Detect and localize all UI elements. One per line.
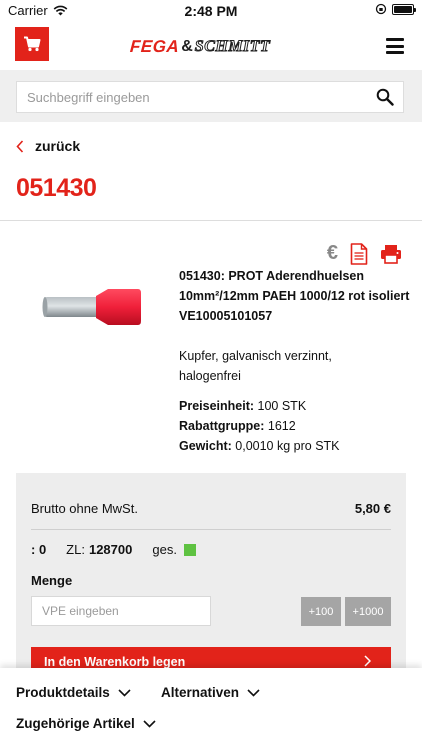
tab-label: Alternativen: [161, 685, 240, 700]
quantity-label: Menge: [31, 573, 73, 588]
quantity-input[interactable]: [31, 596, 211, 626]
add-100-button[interactable]: +100: [301, 597, 341, 626]
status-right: [375, 3, 416, 15]
price-panel: Brutto ohne MwSt. 5,80 € : 0 ZL: 128700 …: [16, 473, 406, 677]
product-actions: €: [327, 242, 402, 265]
search-input[interactable]: [17, 82, 357, 112]
chevron-right-icon: [364, 655, 371, 667]
orientation-lock-icon: [375, 3, 387, 15]
chevron-left-icon: [16, 139, 24, 153]
zl-value: 128700: [88, 542, 133, 557]
material-line: halogenfrei: [179, 369, 241, 383]
product-name-line: 10mm²/12mm PAEH 1000/12 rot isoliert: [179, 289, 410, 303]
logo-schmitt: SCHMITT: [194, 38, 271, 56]
app-header: FEGA & SCHMITT: [0, 22, 422, 70]
brand-logo[interactable]: FEGA & SCHMITT: [129, 37, 271, 57]
tab-related-articles[interactable]: Zugehörige Artikel: [16, 716, 156, 731]
stock-status-indicator: [183, 543, 196, 556]
tab-alternatives[interactable]: Alternativen: [161, 685, 260, 700]
product-image: [42, 289, 141, 325]
product-name-line: 051430: PROT Aderendhuelsen: [179, 269, 365, 283]
material-line: Kupfer, galvanisch verzinnt,: [179, 349, 332, 363]
bottom-tabs: Produktdetails Alternativen Zugehörige A…: [0, 668, 422, 750]
price-unit-value: 100 STK: [257, 399, 307, 413]
search-bar: [0, 70, 422, 122]
status-bar: Carrier 2:48 PM: [0, 0, 422, 22]
product-material: Kupfer, galvanisch verzinnt, halogenfrei: [179, 346, 415, 386]
back-link[interactable]: zurück: [16, 138, 80, 154]
price-unit-row: Preiseinheit: 100 STK: [179, 396, 415, 416]
gross-price: 5,80 €: [354, 501, 391, 516]
divider: [0, 220, 422, 221]
search-box: [16, 81, 404, 113]
product-description: 051430: PROT Aderendhuelsen 10mm²/12mm P…: [179, 266, 415, 456]
add-1000-button[interactable]: +1000: [345, 597, 391, 626]
gross-label: Brutto ohne MwSt.: [31, 501, 138, 516]
weight-row: Gewicht: 0,0010 kg pro STK: [179, 436, 415, 456]
discount-label: Rabattgruppe:: [179, 419, 265, 433]
price-unit-label: Preiseinheit:: [179, 399, 255, 413]
stock-info: : 0 ZL: 128700 ges.: [31, 542, 196, 557]
product-name: 051430: PROT Aderendhuelsen 10mm²/12mm P…: [179, 266, 415, 326]
cart-icon: [24, 36, 41, 52]
ges-label: ges.: [152, 542, 177, 557]
document-icon[interactable]: [350, 242, 368, 265]
chevron-down-icon: [247, 688, 260, 697]
tab-label: Produktdetails: [16, 685, 110, 700]
page-title: 051430: [16, 174, 97, 202]
menu-icon[interactable]: [386, 38, 404, 54]
chevron-down-icon: [118, 688, 131, 697]
tab-product-details[interactable]: Produktdetails: [16, 685, 131, 700]
cart-button[interactable]: [15, 27, 49, 61]
logo-fega: FEGA: [129, 37, 180, 56]
euro-icon[interactable]: €: [327, 242, 338, 265]
chevron-down-icon: [143, 719, 156, 728]
add-to-cart-label: In den Warenkorb legen: [44, 655, 186, 669]
zl-label: ZL:: [66, 542, 85, 557]
battery-icon: [392, 3, 416, 15]
product-article-code: VE10005101057: [179, 309, 273, 323]
tab-label: Zugehörige Artikel: [16, 716, 135, 731]
back-label: zurück: [35, 138, 81, 154]
discount-value: 1612: [267, 419, 296, 433]
weight-value: 0,0010 kg pro STK: [235, 439, 340, 453]
logo-amp: &: [181, 38, 193, 55]
weight-label: Gewicht:: [179, 439, 232, 453]
divider: [31, 529, 391, 530]
stock-count: : 0: [31, 542, 47, 557]
search-icon[interactable]: [376, 88, 394, 106]
discount-row: Rabattgruppe: 1612: [179, 416, 415, 436]
print-icon[interactable]: [380, 244, 402, 264]
product-properties: Preiseinheit: 100 STK Rabattgruppe: 1612…: [179, 396, 415, 456]
clock: 2:48 PM: [184, 3, 238, 19]
